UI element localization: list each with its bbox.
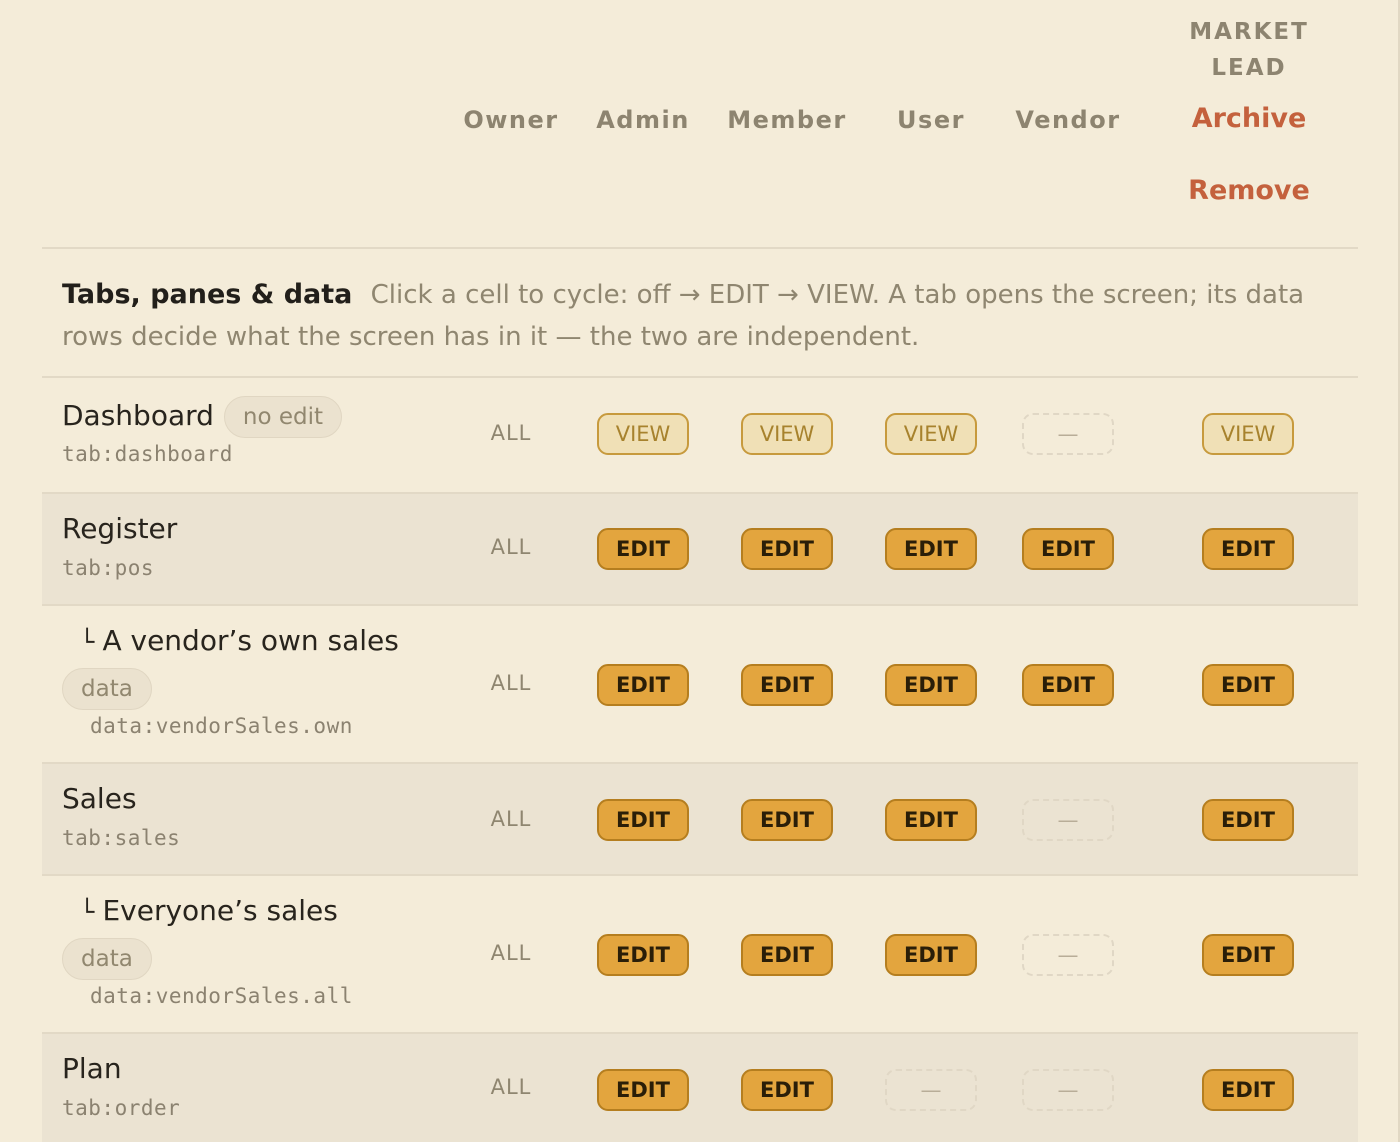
cell-user[interactable]: EDIT	[885, 664, 977, 706]
cell-member[interactable]: EDIT	[741, 799, 833, 841]
sub-row-icon: └	[80, 898, 95, 926]
owner-value: ALL	[490, 1075, 532, 1099]
data-badge-label: data	[62, 938, 152, 980]
archive-role-button[interactable]: Archive	[1192, 103, 1307, 134]
cell-user[interactable]: EDIT	[885, 934, 977, 976]
column-header-vendor: Vendor	[1015, 106, 1121, 134]
cell-user[interactable]: EDIT	[885, 528, 977, 570]
row-key: tab:pos	[62, 556, 155, 580]
cell-admin[interactable]: EDIT	[597, 934, 689, 976]
cell-member[interactable]: EDIT	[741, 528, 833, 570]
row-title-text: A vendor’s own sales	[102, 624, 399, 657]
permission-row-everyone-sales: └ Everyone’s sales data data:vendorSales.…	[42, 876, 1358, 1034]
row-title: Dashboard no edit	[62, 396, 343, 438]
remove-role-button[interactable]: Remove	[1188, 175, 1310, 206]
cell-admin[interactable]: VIEW	[597, 413, 689, 455]
cell-vendor[interactable]: —	[1022, 1069, 1114, 1111]
cell-member[interactable]: EDIT	[741, 1069, 833, 1111]
permissions-matrix: Owner Admin Member User Vendor MARKET LE…	[0, 0, 1400, 1142]
cell-member[interactable]: VIEW	[741, 413, 833, 455]
cell-member[interactable]: EDIT	[741, 934, 833, 976]
cell-vendor[interactable]: —	[1022, 799, 1114, 841]
cell-vendor[interactable]: —	[1022, 413, 1114, 455]
row-key: tab:dashboard	[62, 442, 233, 466]
cell-market-lead[interactable]: VIEW	[1202, 413, 1294, 455]
row-key: data:vendorSales.own	[90, 714, 353, 738]
cell-market-lead[interactable]: EDIT	[1202, 1069, 1294, 1111]
market-lead-name: MARKET LEAD	[1189, 19, 1309, 81]
sub-row-icon: └	[80, 628, 95, 656]
section-title: Tabs, panes & data	[62, 279, 353, 310]
data-badge: data	[62, 668, 152, 710]
cell-market-lead[interactable]: EDIT	[1202, 799, 1294, 841]
data-badge-label: data	[62, 668, 152, 710]
cell-admin[interactable]: EDIT	[597, 1069, 689, 1111]
section-intro: Tabs, panes & data Click a cell to cycle…	[42, 250, 1358, 378]
cell-user[interactable]: —	[885, 1069, 977, 1111]
column-header-admin: Admin	[596, 106, 690, 134]
owner-value: ALL	[490, 941, 532, 965]
cell-market-lead[interactable]: EDIT	[1202, 664, 1294, 706]
no-edit-badge: no edit	[223, 396, 343, 438]
row-title: Plan	[62, 1052, 122, 1085]
owner-value: ALL	[490, 421, 532, 445]
cell-admin[interactable]: EDIT	[597, 528, 689, 570]
permission-row-dashboard: Dashboard no edit tab:dashboard ALL VIEW …	[42, 378, 1358, 494]
cell-market-lead[interactable]: EDIT	[1202, 934, 1294, 976]
row-title-text: Dashboard	[62, 399, 214, 432]
row-title: └ Everyone’s sales	[62, 894, 338, 927]
row-title: └ A vendor’s own sales	[62, 624, 399, 657]
owner-value: ALL	[490, 671, 532, 695]
owner-value: ALL	[490, 535, 532, 559]
row-key: tab:sales	[62, 826, 181, 850]
data-badge: data	[62, 938, 152, 980]
permission-row-register: Register tab:pos ALL EDIT EDIT EDIT EDIT…	[42, 494, 1358, 606]
row-title-text: Everyone’s sales	[102, 894, 338, 927]
cell-admin[interactable]: EDIT	[597, 799, 689, 841]
column-header-owner: Owner	[463, 106, 559, 134]
permission-row-vendor-own-sales: └ A vendor’s own sales data data:vendorSa…	[42, 606, 1358, 764]
matrix-header: Owner Admin Member User Vendor MARKET LE…	[42, 0, 1358, 249]
cell-vendor[interactable]: EDIT	[1022, 664, 1114, 706]
cell-user[interactable]: VIEW	[885, 413, 977, 455]
row-key: tab:order	[62, 1096, 181, 1120]
row-key: data:vendorSales.all	[90, 984, 353, 1008]
column-header-user: User	[897, 106, 965, 134]
cell-member[interactable]: EDIT	[741, 664, 833, 706]
cell-admin[interactable]: EDIT	[597, 664, 689, 706]
permission-row-sales: Sales tab:sales ALL EDIT EDIT EDIT — EDI…	[42, 764, 1358, 876]
row-title: Register	[62, 512, 178, 545]
row-title: Sales	[62, 782, 137, 815]
cell-vendor[interactable]: EDIT	[1022, 528, 1114, 570]
permission-row-plan: Plan tab:order ALL EDIT EDIT — — EDIT	[42, 1034, 1358, 1142]
cell-user[interactable]: EDIT	[885, 799, 977, 841]
column-header-member: Member	[727, 106, 847, 134]
owner-value: ALL	[490, 807, 532, 831]
cell-market-lead[interactable]: EDIT	[1202, 528, 1294, 570]
cell-vendor[interactable]: —	[1022, 934, 1114, 976]
